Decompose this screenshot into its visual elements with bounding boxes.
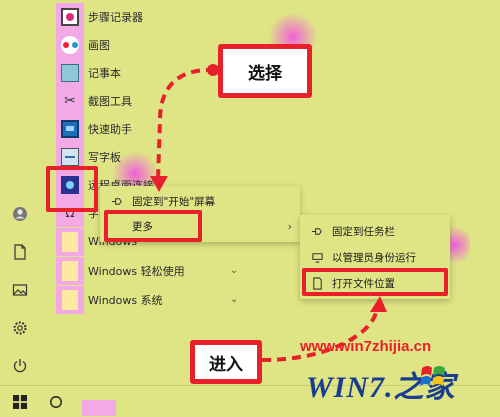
watermark-url: www.win7zhijia.cn (300, 338, 432, 355)
app-tile (56, 58, 84, 87)
run-as-admin-label: 以管理员身份运行 (332, 251, 416, 264)
folder-icon (62, 289, 78, 310)
folder-tile (56, 227, 84, 256)
highlight-remote-desktop (46, 166, 98, 212)
windows-logo-icon (13, 395, 27, 409)
callout-enter: 进入 (190, 340, 262, 384)
pictures-button[interactable] (8, 278, 32, 302)
app-label: 写字板 (88, 150, 121, 164)
pinned-app-tile[interactable] (82, 400, 116, 416)
snipping-tool-icon: ✂ (64, 92, 76, 109)
folder-tile (56, 256, 84, 285)
highlight-open-location (302, 268, 448, 296)
pin-to-taskbar-label: 固定到任务栏 (332, 225, 395, 238)
pin-icon (310, 224, 324, 238)
paint-icon (61, 35, 79, 54)
folder-icon (62, 231, 78, 252)
picture-icon (12, 284, 28, 296)
start-button[interactable] (8, 390, 32, 414)
highlight-more (104, 210, 202, 242)
power-button[interactable] (8, 354, 32, 378)
user-avatar-icon (13, 207, 27, 221)
cortana-circle-icon (50, 396, 62, 408)
app-label: 记事本 (88, 66, 121, 80)
documents-button[interactable] (8, 240, 32, 264)
account-button[interactable] (8, 202, 32, 226)
document-icon (14, 244, 26, 260)
app-label: 截图工具 (88, 94, 132, 108)
settings-button[interactable] (8, 316, 32, 340)
start-rail (0, 0, 40, 385)
callout-select: 选择 (218, 44, 312, 98)
chevron-down-icon[interactable]: ⌄ (230, 294, 238, 305)
chevron-right-icon: › (287, 219, 292, 233)
notepad-icon (61, 63, 79, 82)
app-tile (56, 114, 84, 143)
windows-flag-icon (420, 366, 445, 386)
folder-icon (62, 260, 78, 281)
steps-recorder-icon (61, 7, 79, 26)
pin-icon (110, 194, 124, 208)
app-label: 快速助手 (88, 122, 132, 136)
site-watermark: www.win7zhijia.cn WIN7.之家 (300, 338, 496, 416)
app-tile: ✂ (56, 86, 84, 115)
shield-icon (310, 250, 324, 264)
run-as-admin-item[interactable]: 以管理员身份运行 (300, 245, 450, 269)
app-label: 步骤记录器 (88, 10, 143, 24)
folder-label: Windows 系统 (88, 293, 163, 307)
search-button[interactable] (44, 390, 68, 414)
pin-to-taskbar-item[interactable]: 固定到任务栏 (300, 219, 450, 243)
gear-icon (13, 321, 27, 335)
list-item[interactable]: Windows 系统 ⌄ (48, 283, 248, 316)
pin-to-start-label: 固定到"开始"屏幕 (132, 195, 216, 208)
app-label: 画图 (88, 38, 110, 52)
quick-assist-icon (61, 119, 79, 138)
chevron-down-icon[interactable]: ⌄ (230, 265, 238, 276)
folder-label: Windows 轻松使用 (88, 264, 185, 278)
app-tile (56, 2, 84, 31)
folder-tile (56, 285, 84, 314)
app-tile (56, 30, 84, 59)
power-icon (13, 359, 27, 373)
wordpad-icon (61, 147, 79, 166)
